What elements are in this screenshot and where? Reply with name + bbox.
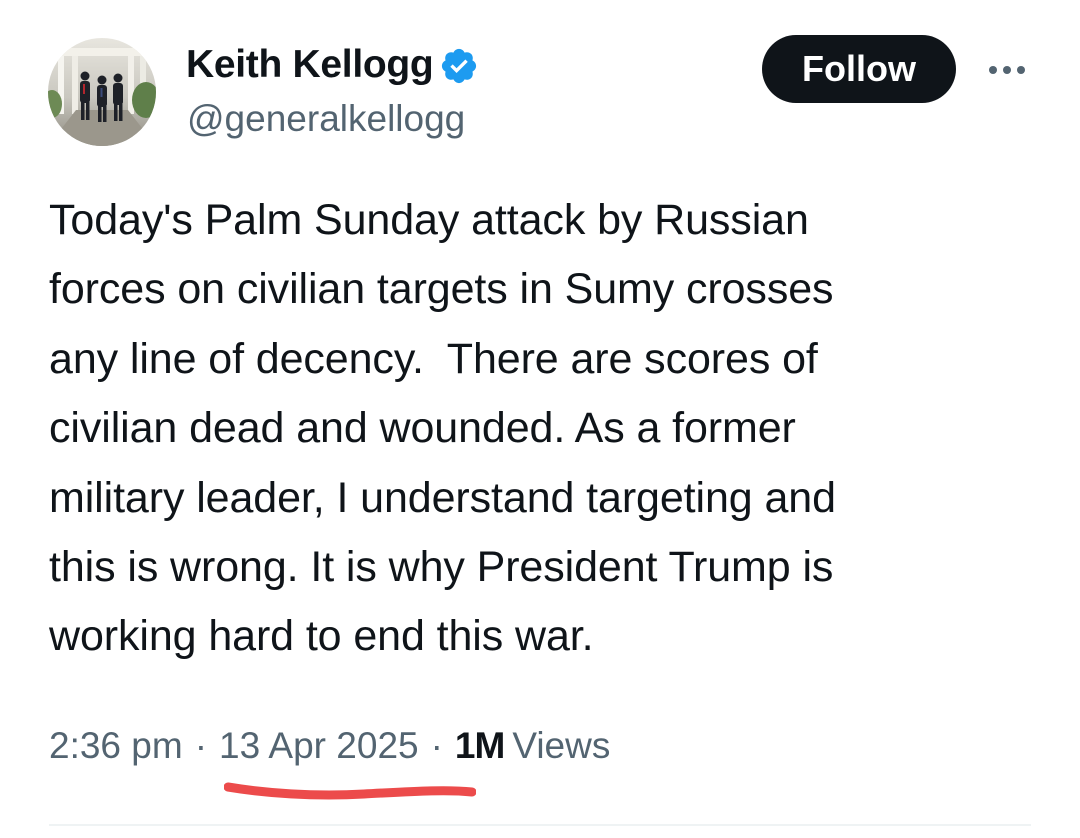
avatar[interactable] [48, 38, 156, 146]
red-underline-annotation [224, 776, 476, 806]
divider [49, 824, 1031, 826]
meta-separator: · [430, 725, 443, 766]
tweet-date[interactable]: 13 Apr 2025 [219, 725, 419, 767]
author-handle[interactable]: @generalkellogg [187, 98, 465, 140]
views-count: 1M [454, 725, 505, 766]
ellipsis-icon [989, 66, 1025, 74]
meta-separator: · [194, 725, 208, 766]
profile-photo [48, 38, 156, 146]
tweet-meta: 2:36 pm · 13 Apr 2025 · 1M Views [49, 718, 610, 774]
tweet-time[interactable]: 2:36 pm [49, 725, 183, 767]
more-options-button[interactable] [982, 48, 1032, 92]
author-name-row[interactable]: Keith Kellogg [186, 40, 479, 90]
author-display-name[interactable]: Keith Kellogg [186, 43, 434, 87]
views-label: Views [512, 725, 611, 766]
follow-button[interactable]: Follow [762, 35, 956, 103]
verified-badge-icon [439, 46, 479, 86]
tweet-text: Today's Palm Sunday attack by Russian fo… [49, 196, 836, 661]
